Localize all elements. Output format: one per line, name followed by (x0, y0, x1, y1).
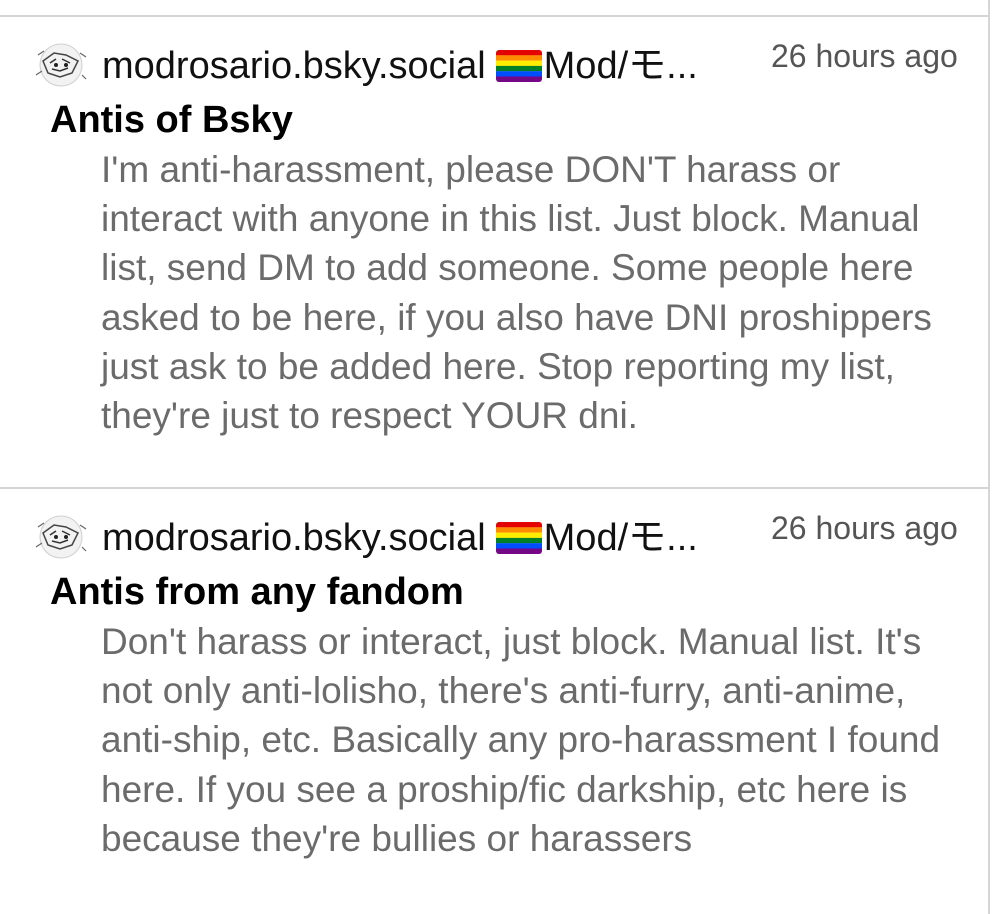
list-card[interactable]: modrosario.bsky.social Mod/モ... 26 hours… (0, 489, 988, 914)
list-card-header: modrosario.bsky.social Mod/モ... 26 hours… (26, 509, 966, 559)
author-line[interactable]: modrosario.bsky.social Mod/モ... (102, 513, 698, 563)
list-title[interactable]: Antis from any fandom (50, 567, 464, 617)
list-card-header: modrosario.bsky.social Mod/モ... 26 hours… (26, 37, 966, 87)
timestamp: 26 hours ago (771, 510, 958, 546)
timestamp: 26 hours ago (771, 38, 958, 74)
rainbow-flag-icon (495, 50, 542, 82)
list-title[interactable]: Antis of Bsky (50, 95, 293, 145)
list-description: Don't harass or interact, just block. Ma… (101, 621, 941, 859)
list-feed: modrosario.bsky.social Mod/モ... 26 hours… (0, 0, 990, 914)
list-description: I'm anti-harassment, please DON'T harass… (101, 149, 932, 437)
avatar[interactable] (26, 513, 96, 563)
list-card[interactable]: modrosario.bsky.social Mod/モ... 26 hours… (0, 17, 988, 489)
author-handle[interactable]: modrosario.bsky.social (102, 517, 486, 559)
author-line[interactable]: modrosario.bsky.social Mod/モ... (102, 41, 698, 91)
rainbow-flag-icon (495, 522, 542, 554)
avatar[interactable] (26, 41, 96, 91)
author-display-name: Mod/モ... (543, 517, 698, 559)
author-handle[interactable]: modrosario.bsky.social (102, 45, 486, 87)
author-display-name: Mod/モ... (543, 45, 698, 87)
